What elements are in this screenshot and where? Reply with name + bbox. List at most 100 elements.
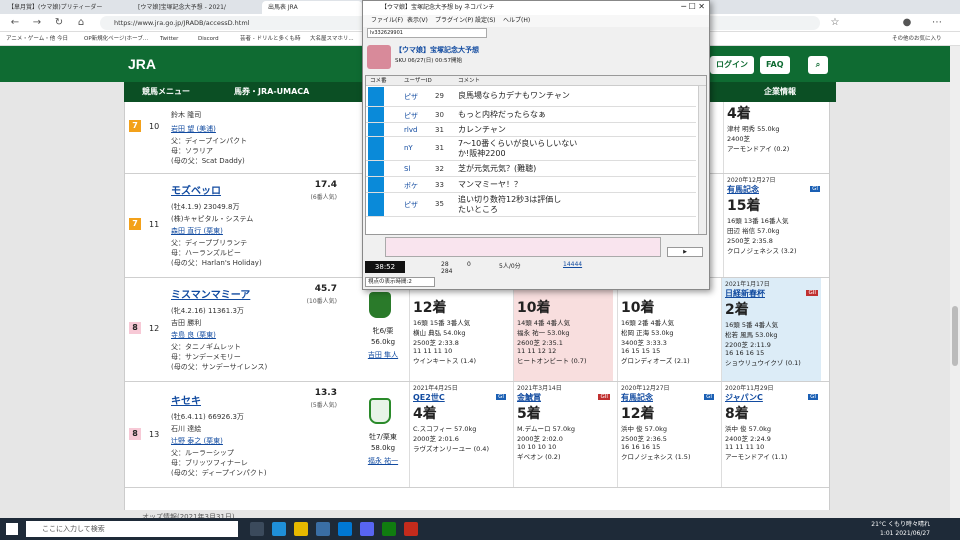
jra-logo[interactable]: JRA [128, 56, 156, 72]
past-race-link[interactable]: QE2世C [413, 392, 506, 403]
comment-input[interactable] [385, 237, 661, 257]
taskbar-search-input[interactable]: ここに入力して検索 [26, 521, 238, 537]
mother-father: (母の父：ディープインパクト) [171, 469, 267, 477]
comment-row[interactable]: nY 31 7〜10番くらいが良いらしいないか!阪神2200 [366, 137, 696, 161]
bookmark-1[interactable]: アニメ・ゲーム・他 今日 [6, 32, 68, 46]
nav-keiba-menu[interactable]: 競馬メニュー [142, 82, 190, 102]
past-race-link[interactable]: 金鯱賞 [517, 392, 610, 403]
horse-name-link[interactable]: キセキ [171, 392, 201, 407]
comment-scrollbar[interactable] [698, 86, 706, 234]
login-button[interactable]: ログイン [710, 56, 754, 74]
trainer-line: 鈴木 隆司 [171, 111, 202, 119]
trainer-link[interactable]: 辻野 泰之 (栗東) [171, 436, 223, 446]
mother-father: (母の父：Harlan's Holiday) [171, 259, 262, 267]
header-no[interactable]: コメ番 [370, 76, 387, 86]
past-race-link[interactable]: ジャパンC [725, 392, 818, 403]
stat-2: 284 [441, 268, 453, 275]
header-comment[interactable]: コメント [458, 76, 480, 86]
comment-row[interactable]: rlvd 31 カレンチャン [366, 123, 696, 137]
jockey-link[interactable]: 福永 祐一 [361, 456, 405, 466]
bookmark-5[interactable]: 芸者 - ドリルと多くも時 [240, 32, 300, 46]
nav-baken[interactable]: 馬券・JRA-UMACA [234, 82, 309, 102]
mother: 母：ハーランズルビー [171, 249, 241, 257]
profile-icon[interactable]: ● [900, 16, 914, 30]
windows-start-icon[interactable] [6, 523, 18, 535]
past-race-link[interactable]: 有馬記念 [621, 392, 714, 403]
nav-company[interactable]: 企業情報 [764, 82, 796, 102]
forward-icon[interactable]: → [30, 16, 44, 30]
edge-icon[interactable] [272, 522, 286, 536]
trainer-link[interactable]: 寺島 良 (栗東) [171, 330, 216, 340]
mail-icon[interactable] [316, 522, 330, 536]
search-icon[interactable]: ⌕ [808, 56, 828, 74]
live-id-input[interactable]: lv332629901 [367, 28, 487, 38]
task-view-icon[interactable] [250, 522, 264, 536]
window-controls[interactable]: ─ ☐ ✕ [681, 2, 705, 11]
jockey-link[interactable]: 吉田 隼人 [361, 350, 405, 360]
stat-5[interactable]: 14444 [563, 261, 582, 268]
father: 父：ディープインパクト [171, 137, 248, 145]
table-row: 8 12 ミスマンマミーア 45.7 (10番人気) (牝4.2.16) 113… [125, 278, 829, 382]
store-icon[interactable] [338, 522, 352, 536]
past-race: 10着 14頭 4番 4番人気 福永 祐一 53.0kg 2600芝 2:35.… [513, 278, 613, 381]
app-icon[interactable] [404, 522, 418, 536]
mother-father: (母の父：サンデーサイレンス) [171, 363, 268, 371]
bookmark-3[interactable]: Twitter [160, 32, 178, 46]
past-race-link[interactable]: 日経新春杯 [725, 288, 818, 299]
menu-plugin[interactable]: プラグイン(P) [435, 15, 473, 27]
scrollbar-thumb[interactable] [952, 306, 958, 366]
browser-tab-1[interactable]: 【皐月賞】(ウマ娘)プリティーダー [2, 1, 130, 14]
comment-row[interactable]: ピザ 30 もっと内枠だったらなぁ [366, 107, 696, 123]
system-tray: 21°C くもり時々晴れ 1:01 2021/06/27 [871, 520, 930, 538]
horse-info: (牡4.1.9) 23049.8万 [171, 203, 240, 211]
star-icon[interactable]: ☆ [828, 16, 842, 30]
owner: 吉田 勝利 [171, 319, 202, 327]
mother: 母：ソラリア [171, 147, 213, 155]
horse-name-link[interactable]: ミスマンマミーア [171, 286, 250, 301]
father: 父：ディープブリランテ [171, 239, 248, 247]
page-scrollbar[interactable] [950, 46, 960, 518]
waku-badge: 8 [129, 322, 141, 334]
horse-number: 11 [149, 220, 160, 229]
discord-icon[interactable] [360, 522, 374, 536]
owner: (株)キャピタル・システム [171, 215, 254, 223]
menu-view[interactable]: 表示(V) [407, 15, 428, 27]
clock-date[interactable]: 2021/06/27 [895, 530, 930, 537]
bookmark-6[interactable]: 大名屋スマホリ... [310, 32, 354, 46]
stat-3: 0 [467, 261, 471, 268]
horse-name-link[interactable]: モズベッロ [171, 182, 221, 197]
home-icon[interactable]: ⌂ [74, 16, 88, 30]
past-race: 2020年12月27日 有馬記念 GI 15着 16頭 13番 16番人気 田辺… [723, 174, 823, 277]
past-race: 2021年3月14日 金鯱賞 GII 5着 M.デムーロ 57.0kg 2000… [513, 382, 613, 487]
browser-tab-3[interactable]: 出馬表 JRA [262, 1, 362, 14]
trainer-link[interactable]: 岩田 望 (美浦) [171, 124, 216, 134]
send-button[interactable]: ▶ [667, 247, 703, 257]
comment-row[interactable]: ピザ 29 良馬場ならカデナもワンチャン [366, 87, 696, 107]
reload-icon[interactable]: ↻ [52, 16, 66, 30]
explorer-icon[interactable] [294, 522, 308, 536]
mother: 母：ブリッツフィナーレ [171, 459, 248, 467]
xbox-icon[interactable] [382, 522, 396, 536]
trainer-link[interactable]: 森田 直行 (栗東) [171, 226, 223, 236]
comment-row[interactable]: ポケ 33 マンマミーヤ！？ [366, 177, 696, 193]
clock-time[interactable]: 1:01 [880, 530, 893, 537]
browser-tab-2[interactable]: [ウマ娘]宝塚記念大予想 - 2021/ [132, 1, 260, 14]
past-race: 2020年11月29日 ジャパンC GI 8着 浜中 俊 57.0kg 2400… [721, 382, 821, 487]
past-race-link[interactable]: 有馬記念 [727, 184, 820, 195]
bookmark-other[interactable]: その他のお気に入り [892, 32, 942, 46]
past-race: 2020年12月27日 有馬記念 GI 12着 浜中 俊 57.0kg 2500… [617, 382, 717, 487]
menu-settings[interactable]: 設定(S) [475, 15, 496, 27]
menu-help[interactable]: ヘルプ(H) [503, 15, 530, 27]
past-race: 2021年1月17日 日経新春杯 GII 2着 16頭 5番 4番人気 松若 風… [721, 278, 821, 381]
back-icon[interactable]: ← [8, 16, 22, 30]
display-time-select[interactable]: 視点の表示時間:2 [365, 277, 435, 287]
weather-text[interactable]: 21°C くもり時々晴れ [871, 520, 930, 529]
menu-file[interactable]: ファイル(F) [371, 15, 403, 27]
comment-row[interactable]: ピザ 35 追い切り数符12秒3は評価したいところ [366, 193, 696, 217]
menu-icon[interactable]: ⋯ [930, 16, 944, 30]
bookmark-2[interactable]: OP新規化ページ(ホーブ... [84, 32, 148, 46]
bookmark-4[interactable]: Discord [198, 32, 219, 46]
comment-row[interactable]: Sl 32 芝が元気元気？(難聴) [366, 161, 696, 177]
faq-button[interactable]: FAQ [760, 56, 790, 74]
header-user[interactable]: ユーザーID [404, 76, 432, 86]
